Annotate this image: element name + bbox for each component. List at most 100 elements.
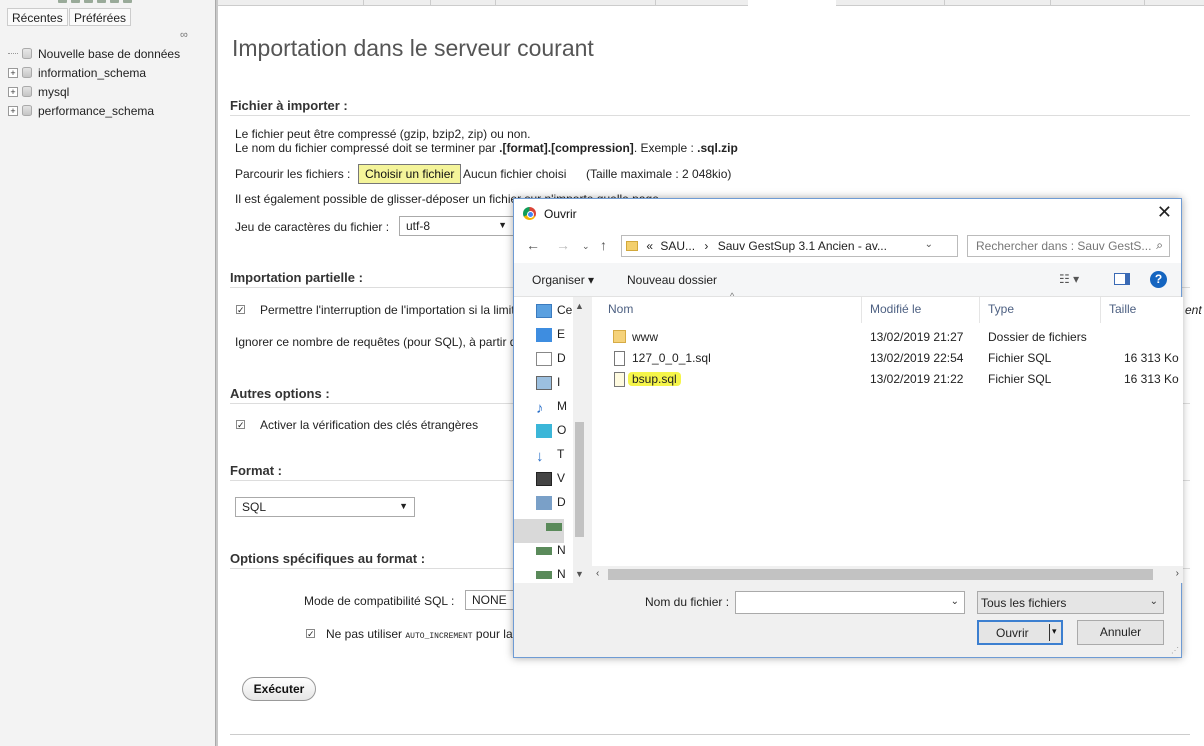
dialog-title: Ouvrir: [544, 207, 577, 221]
settings-icon[interactable]: [110, 0, 119, 3]
split-chevron-down-icon[interactable]: ▾: [1049, 624, 1061, 641]
file-row[interactable]: 127_0_0_1.sql 13/02/2019 22:54 Fichier S…: [592, 348, 1183, 369]
home-icon[interactable]: [58, 0, 67, 3]
computer-icon: [536, 303, 552, 318]
search-icon: ⌕: [1156, 238, 1163, 252]
file-row[interactable]: bsup.sql 13/02/2019 21:22 Fichier SQL 16…: [592, 369, 1183, 390]
link-chain-icon[interactable]: ∞: [180, 29, 188, 41]
filename-input[interactable]: ⌄: [735, 591, 965, 614]
no-auto-increment-label: Ne pas utiliser AUTO_INCREMENT pour la: [326, 627, 513, 641]
scroll-left-icon[interactable]: ‹: [596, 568, 599, 579]
docs-icon[interactable]: [97, 0, 106, 3]
nav-item-9[interactable]: L: [514, 519, 564, 543]
breadcrumb-seg1[interactable]: SAU...: [660, 239, 695, 253]
no-auto-increment-checkbox[interactable]: ✓: [306, 629, 315, 639]
db-tree: Nouvelle base de données + information_s…: [8, 44, 180, 120]
address-bar[interactable]: « SAU... › Sauv GestSup 3.1 Ancien - av.…: [621, 235, 979, 257]
folder-icon: [613, 330, 626, 343]
search-input[interactable]: Rechercher dans : Sauv GestS... ⌕: [967, 235, 1170, 257]
file-icon: [614, 351, 625, 366]
tree-item-mysql[interactable]: + mysql: [8, 82, 180, 101]
filename-label: Nom du fichier :: [645, 595, 730, 609]
drive-icon: [536, 570, 552, 579]
help-icon[interactable]: [84, 0, 93, 3]
charset-select[interactable]: utf-8 ▼: [399, 216, 514, 236]
breadcrumb-seg2[interactable]: Sauv GestSup 3.1 Ancien - av...: [718, 239, 887, 253]
choose-file-button[interactable]: Choisir un fichier: [358, 164, 462, 184]
exit-icon[interactable]: [71, 0, 80, 3]
max-size-text: (Taille maximale : 2 048kio): [586, 167, 732, 181]
dialog-toolbar: Organiser ▾ Nouveau dossier ☷ ▾ ?: [514, 263, 1181, 297]
chevron-down-icon[interactable]: ⌄: [951, 596, 959, 607]
folder-icon: [626, 241, 638, 251]
scroll-up-icon[interactable]: ▲: [575, 301, 584, 311]
resize-grip-icon[interactable]: ⋰: [1171, 646, 1179, 655]
expand-plus-icon[interactable]: +: [8, 105, 18, 116]
dialog-titlebar[interactable]: Ouvrir ✕: [514, 199, 1181, 229]
videos-icon: [536, 471, 552, 486]
view-options-icon[interactable]: ☷ ▾: [1059, 272, 1079, 286]
forward-arrow-icon[interactable]: →: [556, 237, 570, 253]
scroll-right-icon[interactable]: ›: [1176, 568, 1179, 579]
chevron-down-icon: ▼: [498, 220, 507, 230]
divider: [230, 734, 1190, 735]
chrome-icon: [523, 207, 536, 220]
reload-icon[interactable]: [123, 0, 132, 3]
organize-button[interactable]: Organiser ▾: [532, 273, 594, 287]
nav-scrollbar[interactable]: ▲ ▼: [573, 297, 586, 583]
allow-interrupt-checkbox[interactable]: ✓: [236, 305, 245, 315]
drive-icon: [536, 546, 552, 555]
tree-item-label: mysql: [38, 84, 70, 99]
up-arrow-icon[interactable]: ↑: [600, 237, 607, 253]
top-tabs: [218, 0, 1204, 7]
toolbar-icons: [58, 0, 132, 3]
expand-plus-icon[interactable]: +: [8, 67, 18, 78]
database-icon: [22, 86, 32, 97]
new-folder-button[interactable]: Nouveau dossier: [627, 273, 717, 287]
tree-item-new-db[interactable]: Nouvelle base de données: [8, 44, 180, 63]
format-select[interactable]: SQL ▼: [235, 497, 415, 517]
chevron-down-icon: ▼: [399, 501, 408, 511]
page-title: Importation dans le serveur courant: [232, 35, 594, 61]
scroll-thumb[interactable]: [608, 569, 1153, 580]
address-chevron-down-icon[interactable]: ⌄: [925, 239, 933, 250]
tab-import-active[interactable]: [748, 0, 836, 7]
file-section-heading: Fichier à importer :: [230, 98, 1190, 116]
help-icon[interactable]: ?: [1150, 271, 1167, 288]
recent-chevron-down-icon[interactable]: ⌄: [582, 241, 590, 252]
open-button[interactable]: Ouvrir ▾: [977, 620, 1063, 645]
filetype-select[interactable]: Tous les fichiers ⌄: [977, 591, 1164, 614]
scroll-thumb[interactable]: [575, 422, 584, 537]
tab-favorites[interactable]: Préférées: [69, 8, 132, 26]
foreign-keys-label: Activer la vérification des clés étrangè…: [260, 418, 479, 432]
scroll-down-icon[interactable]: ▼: [575, 569, 584, 579]
col-modified[interactable]: Modifié le: [862, 297, 980, 323]
navigation-pane: Récentes Préférées ∞ Nouvelle base de do…: [0, 0, 215, 746]
col-size[interactable]: Taille: [1101, 297, 1183, 323]
database-icon: [22, 105, 32, 116]
compress-info-1: Le fichier peut être compressé (gzip, bz…: [235, 127, 531, 141]
cancel-button[interactable]: Annuler: [1077, 620, 1164, 645]
preview-pane-icon[interactable]: [1114, 273, 1130, 285]
skip-queries-label: Ignorer ce nombre de requêtes (pour SQL)…: [235, 335, 524, 349]
3d-objects-icon: [536, 423, 552, 438]
file-row[interactable]: www 13/02/2019 21:27 Dossier de fichiers: [592, 327, 1183, 348]
tree-item-performance-schema[interactable]: + performance_schema: [8, 101, 180, 120]
back-arrow-icon[interactable]: ←: [526, 237, 540, 253]
compress-info-2: Le nom du fichier compressé doit se term…: [235, 141, 738, 155]
execute-button[interactable]: Exécuter: [242, 677, 316, 701]
file-list-hscrollbar[interactable]: ‹ ›: [592, 566, 1183, 583]
close-icon[interactable]: ✕: [1157, 202, 1172, 223]
chevron-down-icon: ⌄: [1149, 596, 1158, 607]
foreign-keys-checkbox[interactable]: ✓: [236, 420, 245, 430]
charset-label: Jeu de caractères du fichier :: [235, 220, 390, 234]
drive-icon: [546, 522, 562, 531]
col-type[interactable]: Type: [980, 297, 1101, 323]
tree-item-label: Nouvelle base de données: [38, 46, 181, 61]
downloads-icon: ↓: [536, 447, 544, 465]
pictures-icon: [536, 375, 552, 390]
tree-item-information-schema[interactable]: + information_schema: [8, 63, 180, 82]
tab-recent[interactable]: Récentes: [7, 8, 68, 26]
page: Récentes Préférées ∞ Nouvelle base de do…: [0, 0, 1204, 746]
expand-plus-icon[interactable]: +: [8, 86, 18, 97]
